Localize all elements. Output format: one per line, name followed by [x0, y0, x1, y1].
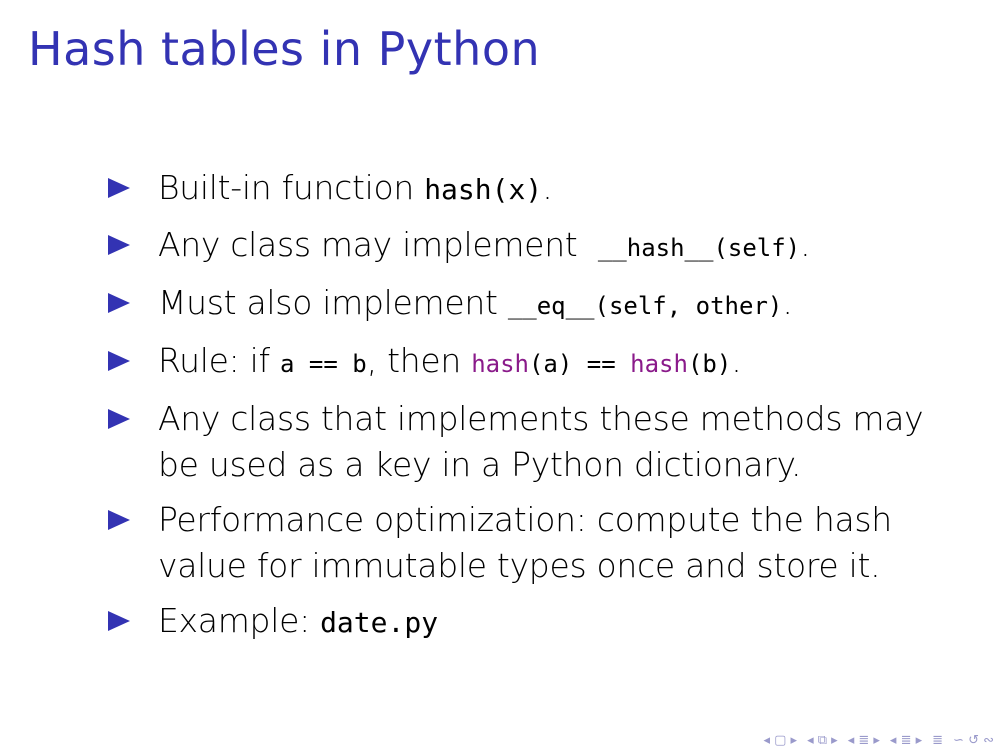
bullet-text: Rule: if — [158, 341, 281, 380]
bullet-triangle-icon — [108, 510, 130, 530]
bullet-triangle-icon — [108, 178, 130, 198]
inline-code: date.py — [320, 606, 439, 639]
slide-title: Hash tables in Python — [28, 22, 541, 76]
bullet-triangle-icon — [108, 293, 130, 313]
bullet-end: . — [782, 283, 793, 322]
inline-code: a == b — [280, 350, 367, 378]
bullet-text: Example: — [158, 601, 321, 640]
inline-code: (b) — [687, 350, 732, 378]
bullet-triangle-icon — [108, 611, 130, 631]
bullet-text: Any class that implements these methods … — [158, 399, 924, 484]
slide: Hash tables in Python Built-in function … — [0, 0, 1008, 756]
bullet-item: Performance optimization: compute the ha… — [108, 497, 928, 589]
beamer-navigation-bar: ◂ ▢ ▸ ◂ ⧉ ▸ ◂ ≣ ▸ ◂ ≣ ▸ ≣ ∽ ↺ ∾ — [763, 733, 994, 748]
bullet-end: . — [731, 341, 742, 380]
bullet-item: Any class that implements these methods … — [108, 396, 928, 488]
inline-code: __hash__(self) — [597, 234, 801, 262]
bullet-item: Built-in function hash(x). — [108, 165, 928, 213]
bullet-triangle-icon — [108, 235, 130, 255]
bullet-item: Rule: if a == b, then hash(a) == hash(b)… — [108, 338, 928, 387]
nav-subsection-icon[interactable]: ◂ ⧉ ▸ — [807, 733, 838, 748]
bullet-text: Must also implement — [158, 283, 508, 322]
bullet-end: . — [800, 225, 811, 264]
nav-document-icon[interactable]: ◂ ≣ ▸ — [890, 733, 922, 748]
inline-code: __eq__(self, other) — [507, 292, 783, 320]
nav-frame-icon[interactable]: ◂ ▢ ▸ — [763, 733, 797, 748]
bullet-item: Example: date.py — [108, 598, 928, 646]
bullet-list: Built-in function hash(x). Any class may… — [108, 165, 928, 655]
inline-code: hash(x) — [424, 173, 543, 206]
bullet-text: Any class may implement — [158, 225, 588, 264]
bullet-triangle-icon — [108, 409, 130, 429]
bullet-text: Performance optimization: compute the ha… — [158, 500, 892, 585]
nav-search-back-icon[interactable]: ∽ ↺ ∾ — [953, 733, 994, 748]
nav-section-icon[interactable]: ◂ ≣ ▸ — [848, 733, 880, 748]
bullet-text: Built-in function — [158, 168, 425, 207]
keyword-code: hash — [471, 350, 529, 378]
bullet-item: Any class may implement __hash__(self). — [108, 222, 928, 271]
keyword-code: hash — [630, 350, 688, 378]
bullet-item: Must also implement __eq__(self, other). — [108, 280, 928, 329]
bullet-text: , then — [366, 341, 472, 380]
nav-toc-icon[interactable]: ≣ — [932, 733, 943, 748]
bullet-end: . — [542, 168, 553, 207]
inline-code: (a) == — [528, 350, 631, 378]
bullet-triangle-icon — [108, 351, 130, 371]
